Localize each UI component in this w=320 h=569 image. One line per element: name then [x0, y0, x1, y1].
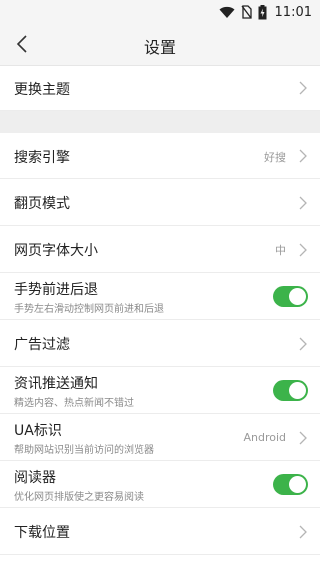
setting-description: 优化网页排版使之更容易阅读: [14, 492, 144, 503]
top-nav-bar: 设置: [0, 24, 320, 66]
setting-label: 更换主题: [14, 82, 70, 98]
setting-label: 手势前进后退: [14, 282, 98, 298]
setting-value: Android: [243, 431, 286, 444]
setting-label: 翻页模式: [14, 196, 70, 212]
setting-ad-filter[interactable]: 广告过滤: [0, 320, 320, 367]
setting-font-size[interactable]: 网页字体大小 中: [0, 226, 320, 273]
page-title: 设置: [143, 38, 176, 57]
battery-charging-icon: [258, 4, 267, 19]
setting-value: 中: [275, 244, 286, 257]
setting-ua[interactable]: UA标识 帮助网站识别当前访问的浏览器 Android: [0, 414, 320, 461]
status-time: 11:01: [274, 4, 312, 20]
settings-section-browsing: 搜索引擎 好搜 翻页模式 网页字体大小 中 手势前进后退 手势左右滑动控制网页前…: [0, 133, 320, 555]
chevron-right-icon: [299, 196, 307, 210]
section-divider: [0, 111, 320, 133]
setting-download-location[interactable]: 下载位置: [0, 508, 320, 555]
chevron-right-icon: [299, 525, 307, 539]
wifi-icon: [219, 6, 235, 18]
setting-label: 搜索引擎: [14, 150, 70, 166]
news-push-toggle[interactable]: [273, 380, 308, 401]
chevron-right-icon: [299, 337, 307, 351]
chevron-right-icon: [299, 431, 307, 445]
status-bar: 11:01: [0, 0, 320, 24]
toggle-knob: [289, 382, 306, 399]
setting-value: 好搜: [264, 151, 286, 164]
setting-theme[interactable]: 更换主题: [0, 66, 320, 111]
setting-label: 阅读器: [14, 470, 56, 486]
toggle-knob: [289, 476, 306, 493]
setting-label: 网页字体大小: [14, 243, 98, 259]
chevron-right-icon: [299, 81, 307, 95]
setting-description: 帮助网站识别当前访问的浏览器: [14, 445, 154, 456]
toggle-knob: [289, 288, 306, 305]
settings-section-appearance: 更换主题: [0, 66, 320, 111]
setting-news-push[interactable]: 资讯推送通知 精选内容、热点新闻不错过: [0, 367, 320, 414]
reader-toggle[interactable]: [273, 474, 308, 495]
setting-gesture-navigation[interactable]: 手势前进后退 手势左右滑动控制网页前进和后退: [0, 273, 320, 320]
setting-label: 资讯推送通知: [14, 376, 98, 392]
setting-label: UA标识: [14, 423, 62, 439]
setting-label: 广告过滤: [14, 337, 70, 353]
setting-reader[interactable]: 阅读器 优化网页排版使之更容易阅读: [0, 461, 320, 508]
setting-search-engine[interactable]: 搜索引擎 好搜: [0, 133, 320, 179]
no-sim-icon: [241, 5, 252, 19]
setting-description: 精选内容、热点新闻不错过: [14, 398, 134, 409]
setting-page-mode[interactable]: 翻页模式: [0, 179, 320, 226]
setting-label: 下载位置: [14, 525, 70, 541]
setting-description: 手势左右滑动控制网页前进和后退: [14, 304, 164, 315]
gesture-toggle[interactable]: [273, 286, 308, 307]
chevron-right-icon: [299, 149, 307, 163]
chevron-right-icon: [299, 243, 307, 257]
